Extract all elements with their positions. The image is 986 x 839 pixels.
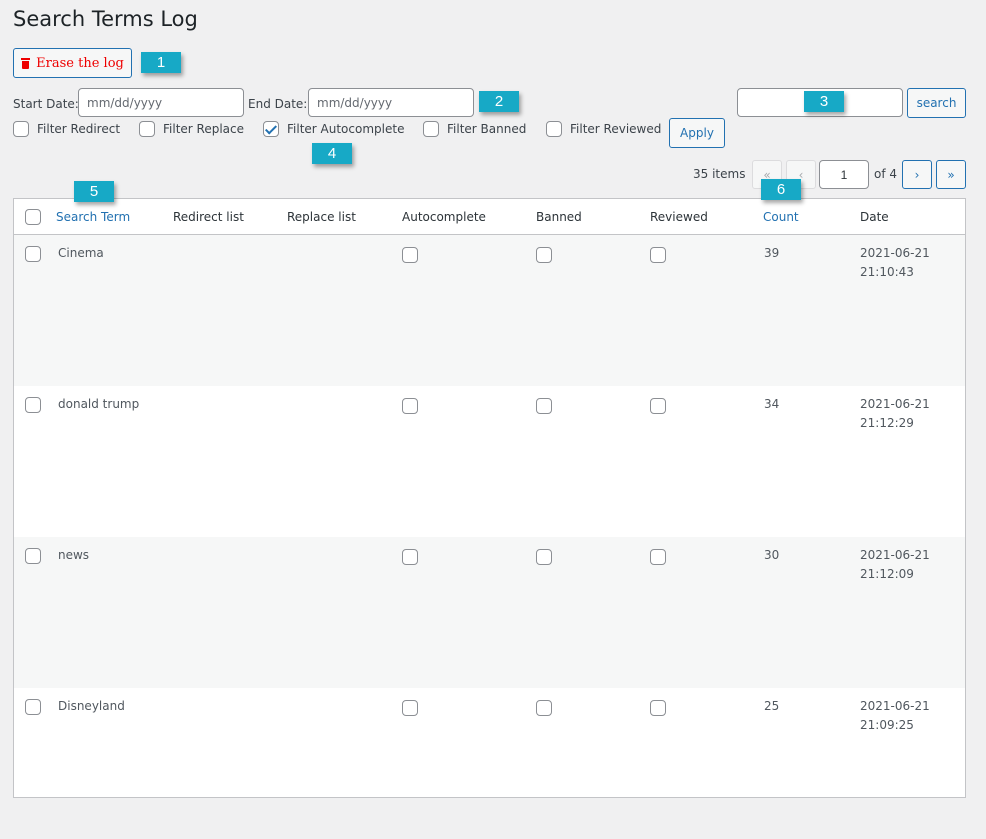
filter-banned-checkbox[interactable]	[423, 121, 439, 137]
search-terms-table: Search Term Redirect list Replace list A…	[13, 198, 966, 798]
apply-button[interactable]: Apply	[669, 118, 725, 148]
row-select-checkbox[interactable]	[25, 397, 41, 413]
table-header: Search Term Redirect list Replace list A…	[14, 199, 965, 235]
annotation-badge-6: 6	[761, 179, 801, 200]
filter-replace-checkbox[interactable]	[139, 121, 155, 137]
count-value: 30	[764, 548, 780, 562]
banned-checkbox[interactable]	[536, 247, 552, 263]
filter-autocomplete-checkbox[interactable]	[263, 121, 279, 137]
date-value: 2021-06-21	[860, 246, 930, 260]
reviewed-checkbox[interactable]	[650, 398, 666, 414]
annotation-badge-3: 3	[804, 91, 844, 112]
column-autocomplete: Autocomplete	[402, 210, 486, 224]
filter-redirect-label: Filter Redirect	[37, 122, 121, 136]
date-value: 2021-06-21	[860, 397, 930, 411]
annotation-badge-5: 5	[74, 181, 114, 202]
page-title: Search Terms Log	[13, 7, 198, 31]
search-term: Cinema	[58, 246, 104, 260]
time-value: 21:12:29	[860, 416, 914, 430]
column-banned: Banned	[536, 210, 582, 224]
reviewed-checkbox[interactable]	[650, 247, 666, 263]
filter-banned-label: Filter Banned	[447, 122, 527, 136]
end-date-input[interactable]	[308, 88, 474, 117]
trash-icon	[21, 57, 31, 69]
reviewed-checkbox[interactable]	[650, 700, 666, 716]
search-button[interactable]: search	[907, 88, 966, 118]
column-search-term[interactable]: Search Term	[56, 210, 130, 224]
row-select-checkbox[interactable]	[25, 699, 41, 715]
autocomplete-checkbox[interactable]	[402, 247, 418, 263]
start-date-input[interactable]	[78, 88, 244, 117]
filter-autocomplete-label: Filter Autocomplete	[287, 122, 405, 136]
row-select-checkbox[interactable]	[25, 246, 41, 262]
annotation-badge-4: 4	[312, 143, 352, 164]
banned-checkbox[interactable]	[536, 700, 552, 716]
next-page-button[interactable]: ›	[902, 160, 932, 189]
search-term: Disneyland	[58, 699, 125, 713]
annotation-badge-2: 2	[479, 91, 519, 112]
erase-log-label: Erase the log	[36, 55, 124, 71]
date-value: 2021-06-21	[860, 699, 930, 713]
filter-replace-label: Filter Replace	[163, 122, 244, 136]
table-row: donald trump 34 2021-06-21 21:12:29	[14, 386, 965, 537]
time-value: 21:09:25	[860, 718, 914, 732]
end-date-label: End Date:	[248, 97, 308, 111]
autocomplete-checkbox[interactable]	[402, 549, 418, 565]
filter-redirect-checkbox[interactable]	[13, 121, 29, 137]
column-replace-list: Replace list	[287, 210, 356, 224]
table-row: Disneyland 25 2021-06-21 21:09:25	[14, 688, 965, 839]
annotation-badge-1: 1	[141, 52, 181, 73]
filter-reviewed-label: Filter Reviewed	[570, 122, 662, 136]
last-page-button[interactable]: »	[936, 160, 966, 189]
time-value: 21:10:43	[860, 265, 914, 279]
select-all-checkbox[interactable]	[25, 209, 41, 225]
row-select-checkbox[interactable]	[25, 548, 41, 564]
filter-reviewed-checkbox[interactable]	[546, 121, 562, 137]
search-term: news	[58, 548, 90, 562]
column-reviewed: Reviewed	[650, 210, 708, 224]
table-row: news 30 2021-06-21 21:12:09	[14, 537, 965, 688]
items-count: 35 items	[693, 167, 746, 181]
date-value: 2021-06-21	[860, 548, 930, 562]
count-value: 25	[764, 699, 780, 713]
autocomplete-checkbox[interactable]	[402, 398, 418, 414]
time-value: 21:12:09	[860, 567, 914, 581]
autocomplete-checkbox[interactable]	[402, 700, 418, 716]
count-value: 39	[764, 246, 780, 260]
search-term: donald trump	[58, 397, 140, 411]
count-value: 34	[764, 397, 780, 411]
banned-checkbox[interactable]	[536, 398, 552, 414]
total-pages: of 4	[874, 167, 898, 181]
column-date: Date	[860, 210, 889, 224]
erase-log-button[interactable]: Erase the log	[13, 48, 132, 78]
reviewed-checkbox[interactable]	[650, 549, 666, 565]
start-date-label: Start Date:	[13, 97, 79, 111]
current-page-input[interactable]	[819, 160, 869, 189]
column-redirect-list: Redirect list	[173, 210, 244, 224]
column-count[interactable]: Count	[763, 210, 799, 224]
table-row: Cinema 39 2021-06-21 21:10:43	[14, 235, 965, 386]
banned-checkbox[interactable]	[536, 549, 552, 565]
